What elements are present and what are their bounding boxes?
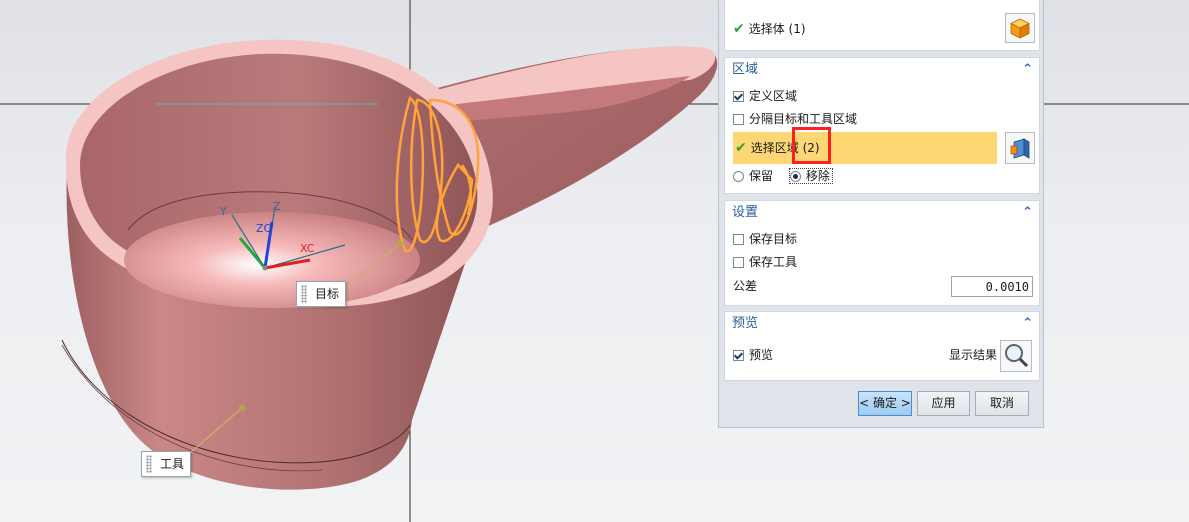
keep-tool-option[interactable]: 保存工具 <box>733 252 797 272</box>
region-select-icon <box>1010 138 1030 159</box>
preview-section: 预览 ⌃ 预览 显示结果 <box>724 311 1040 381</box>
select-body-row[interactable]: ✔ 选择体 (1) <box>733 19 806 39</box>
split-region-checkbox[interactable] <box>733 114 744 125</box>
region-section: 区域 ⌃ 定义区域 分隔目标和工具区域 ✔ 选择区域 (2) 保留 移除 <box>724 57 1040 194</box>
trim-body-dialog: ✔选择体 (1) 区域 ⌃ 定义区域 分隔目标和工具区域 ✔选择区域 (2) <box>718 0 1044 428</box>
remove-radio[interactable] <box>789 171 801 182</box>
region-section-header[interactable]: 区域 ⌃ <box>725 58 1039 82</box>
keep-tool-checkbox[interactable] <box>733 257 744 268</box>
drag-grip-icon[interactable] <box>301 285 307 303</box>
magnifier-icon <box>1005 344 1029 368</box>
z-axis-label: Z <box>273 200 281 213</box>
show-result-label: 显示结果 <box>949 348 998 362</box>
annotation-highlight-box <box>792 127 831 164</box>
check-icon: ✔ <box>733 21 745 37</box>
define-region-checkbox[interactable] <box>733 91 744 102</box>
keep-target-checkbox[interactable] <box>733 234 744 245</box>
remove-option[interactable]: 移除 <box>788 168 833 184</box>
split-region-label: 分隔目标和工具区域 <box>749 112 858 126</box>
target-anchor-point <box>396 240 404 248</box>
preview-title: 预览 <box>732 316 759 331</box>
define-region-option[interactable]: 定义区域 <box>733 86 797 106</box>
preview-option[interactable]: 预览 <box>733 345 773 365</box>
select-body-button[interactable] <box>1005 13 1035 43</box>
keep-target-label: 保存目标 <box>749 232 798 246</box>
region-title: 区域 <box>732 62 759 77</box>
y-axis-label: Y <box>219 205 227 218</box>
tool-label-text: 工具 <box>160 457 185 471</box>
keep-option[interactable]: 保留 <box>733 169 773 183</box>
preview-label: 预览 <box>749 348 774 362</box>
select-region-button[interactable] <box>1005 132 1035 164</box>
settings-section-header[interactable]: 设置 ⌃ <box>725 201 1039 225</box>
keep-remove-options: 保留 移除 <box>733 166 833 186</box>
tolerance-input[interactable]: 0.0010 <box>951 276 1033 297</box>
collapse-chevron-icon[interactable]: ⌃ <box>1022 58 1033 82</box>
remove-label: 移除 <box>805 169 830 183</box>
keep-tool-label: 保存工具 <box>749 255 798 269</box>
settings-title: 设置 <box>732 205 759 220</box>
select-body-label: 选择体 (1) <box>748 22 806 36</box>
tolerance-label: 公差 <box>733 279 758 293</box>
cancel-button[interactable]: 取消 <box>975 391 1029 416</box>
keep-target-option[interactable]: 保存目标 <box>733 229 797 249</box>
tool-label[interactable]: 工具 <box>141 451 192 477</box>
cube-icon <box>1010 18 1030 39</box>
check-icon: ✔ <box>735 140 747 156</box>
xc-axis-label: XC <box>300 242 315 255</box>
target-label[interactable]: 目标 <box>296 281 347 307</box>
split-region-option[interactable]: 分隔目标和工具区域 <box>733 109 857 129</box>
target-label-text: 目标 <box>315 287 340 301</box>
keep-label: 保留 <box>749 169 774 183</box>
select-region-row[interactable]: ✔ 选择区域 (2) <box>733 132 997 164</box>
show-result-button[interactable] <box>1000 340 1032 372</box>
ok-button[interactable]: < 确定 > <box>858 391 912 416</box>
define-region-label: 定义区域 <box>749 89 798 103</box>
apply-button[interactable]: 应用 <box>917 391 970 416</box>
settings-section: 设置 ⌃ 保存目标 保存工具 公差 0.0010 <box>724 200 1040 306</box>
collapse-chevron-icon[interactable]: ⌃ <box>1022 312 1033 336</box>
target-section: ✔ 选择体 (1) <box>724 0 1040 51</box>
preview-checkbox[interactable] <box>733 350 744 361</box>
zc-axis-label: ZC <box>256 222 272 235</box>
drag-grip-icon[interactable] <box>146 455 152 473</box>
keep-radio[interactable] <box>733 171 744 182</box>
collapse-chevron-icon[interactable]: ⌃ <box>1022 201 1033 225</box>
tool-anchor-point <box>238 404 246 412</box>
preview-section-header[interactable]: 预览 ⌃ <box>725 312 1039 336</box>
